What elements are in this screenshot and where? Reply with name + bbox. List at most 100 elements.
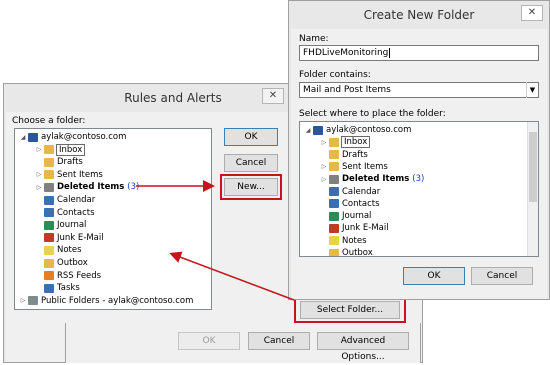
rules-tree-item[interactable]: ◢ aylak@contoso.com [19,131,127,143]
rules-cancel-button[interactable]: Cancel [224,154,278,172]
rss-icon [44,271,54,281]
public-folders-icon [28,296,38,306]
inbox-folder-icon [329,137,339,147]
rules-tree-item[interactable]: ▷ Deleted Items (3) [35,181,140,193]
create-new-folder-dialog: Create New Folder ✕ Name: FHDLiveMonitor… [288,0,550,300]
junk-icon [44,233,54,243]
tree-scrollbar-thumb[interactable] [529,132,537,202]
rules-title: Rules and Alerts [124,91,222,105]
create-tree-item[interactable]: Junk E-Mail [320,222,389,234]
create-tree-item-label: aylak@contoso.com [326,125,412,135]
unread-count-badge: (3) [412,174,425,185]
outbox-folder-icon [44,258,54,268]
name-label: Name: [299,34,329,44]
trash-icon [44,182,54,192]
folder-contains-select[interactable]: Mail and Post Items ▼ [299,82,539,98]
tree-scrollbar[interactable] [527,122,538,256]
create-tree-item[interactable]: ▷ Inbox [320,136,371,149]
create-tree-item[interactable]: Journal [320,210,371,222]
rules-tree-item[interactable]: Tasks [35,282,80,294]
rules-close-button[interactable]: ✕ [262,88,284,104]
unread-count-badge: (3) [127,182,140,193]
expand-arrow-icon[interactable]: ▷ [320,139,328,146]
close-icon: ✕ [268,90,278,101]
contacts-icon [329,199,339,209]
rules-tree-item[interactable]: ▷ Sent Items [35,169,103,181]
create-tree-item[interactable]: Contacts [320,198,380,210]
rules-tree-item[interactable]: Journal [35,219,86,231]
bottom-cancel-button[interactable]: Cancel [248,332,310,350]
rules-ok-button[interactable]: OK [224,128,278,146]
rules-tree-item-label: Journal [57,220,87,231]
inbox-folder-icon [44,145,54,155]
rules-tree-item[interactable]: Junk E-Mail [35,232,104,244]
rules-tree-item-label: Inbox [55,143,86,156]
rules-folder-tree[interactable]: ◢ aylak@contoso.com ▷ Inbox Drafts ▷ Sent Item… [14,128,212,310]
create-tree-item-label: Sent Items [342,161,388,172]
create-titlebar: Create New Folder [289,1,549,29]
create-tree-item[interactable]: ◢ aylak@contoso.com [304,124,412,136]
notes-icon [44,245,54,255]
rules-tree-item-label: Contacts [57,207,95,218]
rules-tree-item[interactable]: ▷ Public Folders - aylak@contoso.com [19,295,194,307]
rules-tree-item-label: Drafts [57,157,83,168]
advanced-options-button[interactable]: Advanced Options... [317,332,409,362]
create-tree-item[interactable]: ▷ Sent Items [320,161,388,173]
expand-arrow-icon[interactable]: ▷ [35,171,43,178]
create-tree-item-label: Journal [342,211,372,222]
rules-tree-item-label: Deleted Items [57,182,125,193]
rules-tree-item-label: Sent Items [57,169,103,180]
chevron-down-icon: ▼ [526,82,538,98]
rules-tree-item[interactable]: RSS Feeds [35,270,101,282]
rules-tree-item-label: Public Folders - aylak@contoso.com [41,295,194,306]
rules-tree-item-label: Notes [57,245,82,256]
expand-arrow-icon[interactable]: ◢ [19,134,27,141]
rules-tree-item[interactable]: Calendar [35,194,95,206]
calendar-icon [44,195,54,205]
create-tree-item[interactable]: Outbox [320,247,373,256]
create-tree-item[interactable]: Drafts [320,149,368,161]
new-button-highlight [220,174,282,200]
create-close-button[interactable]: ✕ [521,5,543,21]
rules-tree-item[interactable]: Contacts [35,207,95,219]
trash-icon [329,174,339,184]
rules-tree-item-label: RSS Feeds [57,270,102,281]
journal-icon [329,211,339,221]
create-tree-item-label: Calendar [342,186,381,197]
create-tree-item[interactable]: ▷ Deleted Items (3) [320,173,425,185]
sent-folder-icon [44,170,54,180]
folder-name-input[interactable]: FHDLiveMonitoring [299,45,539,61]
sent-folder-icon [329,162,339,172]
close-icon: ✕ [527,7,537,18]
rules-tree-item[interactable]: ▷ Inbox [35,143,86,156]
tasks-icon [44,283,54,293]
create-tree-item-label: Inbox [340,136,371,149]
create-tree-item-label: Contacts [342,198,380,209]
drafts-folder-icon [329,150,339,160]
bottom-ok-button[interactable]: OK [178,332,240,350]
expand-arrow-icon[interactable]: ▷ [19,297,27,304]
create-tree-item-label: Junk E-Mail [342,223,389,234]
expand-arrow-icon[interactable]: ▷ [35,146,43,153]
rules-tree-item[interactable]: Notes [35,244,82,256]
rules-tree-item[interactable]: Drafts [35,156,83,168]
rules-tree-item[interactable]: Outbox [35,257,88,269]
create-folder-tree[interactable]: ◢ aylak@contoso.com ▷ Inbox Drafts ▷ Sent Item… [299,121,539,257]
rules-tree-item-label: Junk E-Mail [57,232,104,243]
expand-arrow-icon[interactable]: ▷ [320,176,328,183]
select-folder-highlight [294,297,406,323]
choose-folder-label: Choose a folder: [12,116,86,126]
create-tree-item[interactable]: Notes [320,235,367,247]
create-ok-button[interactable]: OK [403,267,465,285]
rules-tree-item-label: Calendar [57,195,96,205]
create-tree-item[interactable]: Calendar [320,186,380,198]
rules-tree-item-label: Outbox [57,258,88,268]
expand-arrow-icon[interactable]: ◢ [304,127,312,134]
place-folder-label: Select where to place the folder: [299,109,446,119]
create-cancel-button[interactable]: Cancel [471,267,533,285]
expand-arrow-icon[interactable]: ▷ [320,163,328,170]
account-icon [313,125,323,135]
rules-tree-item-label: Tasks [57,283,80,294]
folder-contains-label: Folder contains: [299,70,371,80]
expand-arrow-icon[interactable]: ▷ [35,184,43,191]
